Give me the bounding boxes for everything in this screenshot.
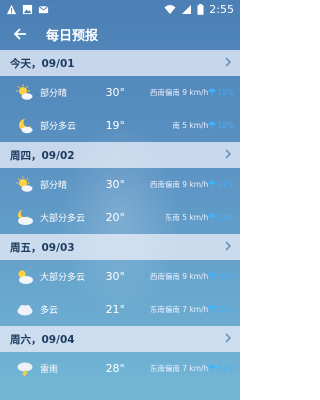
back-button[interactable]	[10, 24, 30, 44]
app-window: 2:55 每日预报 今天，09/01 部分晴 30° 西南偏南 9 km/h 15% 部分…	[0, 0, 240, 400]
precipitation: 13%	[208, 213, 234, 223]
cloudy-icon	[16, 301, 34, 319]
wind-info: 西南偏南 9 km/h	[149, 180, 209, 189]
day-label: 周四，09/02	[10, 149, 75, 162]
day-header[interactable]: 周五，09/03	[0, 234, 240, 260]
temperature: 20°	[105, 211, 126, 224]
precipitation-value: 15%	[217, 88, 234, 97]
chevron-right-icon	[224, 57, 232, 70]
day-header[interactable]: 周四，09/02	[0, 142, 240, 168]
condition-text: 部分晴	[40, 89, 68, 99]
battery-icon	[197, 3, 204, 15]
forecast-row: 大部分多云 30° 西南偏南 9 km/h 14%	[0, 260, 240, 293]
condition-text: 部分多云	[40, 122, 77, 132]
day-label: 周五，09/03	[10, 241, 75, 254]
status-time: 2:55	[209, 2, 234, 16]
day-header[interactable]: 周六，09/04	[0, 326, 240, 352]
precipitation: 52%	[208, 364, 234, 374]
temperature: 19°	[105, 119, 126, 132]
forecast-row: 雷雨 28° 东南偏南 7 km/h 52%	[0, 352, 240, 385]
night-mostly-cloudy-icon	[16, 209, 34, 227]
precipitation-value: 25%	[217, 305, 234, 314]
chevron-right-icon	[224, 241, 232, 254]
precipitation: 11%	[208, 180, 234, 190]
forecast-row: 多云 21° 东南偏南 7 km/h 25%	[0, 293, 240, 326]
forecast-row: 大部分多云 20° 东南 5 km/h 13%	[0, 201, 240, 234]
precipitation-value: 10%	[217, 121, 234, 130]
temperature: 28°	[105, 362, 126, 375]
wind-info: 东南偏南 7 km/h	[149, 364, 209, 373]
mostly-cloudy-icon	[16, 268, 34, 286]
condition-text: 雷雨	[40, 365, 59, 375]
forecast-list: 今天，09/01 部分晴 30° 西南偏南 9 km/h 15% 部分多云 19° 南 5 k…	[0, 50, 240, 385]
partly-sunny-icon	[16, 84, 34, 102]
umbrella-icon	[208, 88, 216, 98]
forecast-row: 部分晴 30° 西南偏南 9 km/h 11%	[0, 168, 240, 201]
umbrella-icon	[208, 272, 216, 282]
precipitation-value: 14%	[217, 272, 234, 281]
wind-info: 西南偏南 9 km/h	[149, 88, 209, 97]
wind-info: 南 5 km/h	[172, 121, 209, 130]
precipitation: 15%	[208, 88, 234, 98]
temperature: 30°	[105, 86, 126, 99]
temperature: 21°	[105, 303, 126, 316]
condition-text: 部分晴	[40, 181, 68, 191]
wind-info: 西南偏南 9 km/h	[149, 272, 209, 281]
status-bar: 2:55	[0, 0, 240, 18]
temperature: 30°	[105, 270, 126, 283]
wind-info: 东南 5 km/h	[164, 213, 209, 222]
precipitation: 10%	[208, 121, 234, 131]
mail-icon	[38, 5, 49, 13]
partly-sunny-icon	[16, 176, 34, 194]
umbrella-icon	[208, 213, 216, 223]
precipitation-value: 11%	[217, 180, 234, 189]
night-partly-cloudy-icon	[16, 117, 34, 135]
temperature: 30°	[105, 178, 126, 191]
day-label: 今天，09/01	[10, 57, 75, 70]
precipitation: 25%	[208, 305, 234, 315]
forecast-row: 部分多云 19° 南 5 km/h 10%	[0, 109, 240, 142]
precipitation-value: 52%	[217, 364, 234, 373]
signal-icon	[182, 4, 192, 14]
wifi-icon	[164, 4, 176, 14]
condition-text: 大部分多云	[40, 214, 86, 224]
page-title: 每日预报	[46, 28, 99, 44]
image-icon	[22, 4, 33, 14]
day-label: 周六，09/04	[10, 333, 75, 346]
alert-icon	[6, 4, 17, 14]
thunderstorm-icon	[16, 360, 34, 378]
condition-text: 大部分多云	[40, 273, 86, 283]
precipitation: 14%	[208, 272, 234, 282]
condition-text: 多云	[40, 306, 59, 316]
precipitation-value: 13%	[217, 213, 234, 222]
umbrella-icon	[208, 121, 216, 131]
chevron-right-icon	[224, 149, 232, 162]
wind-info: 东南偏南 7 km/h	[149, 305, 209, 314]
umbrella-icon	[208, 364, 216, 374]
forecast-row: 部分晴 30° 西南偏南 9 km/h 15%	[0, 76, 240, 109]
arrow-left-icon	[13, 28, 26, 40]
toolbar: 每日预报	[0, 18, 240, 50]
umbrella-icon	[208, 305, 216, 315]
umbrella-icon	[208, 180, 216, 190]
chevron-right-icon	[224, 333, 232, 346]
day-header[interactable]: 今天，09/01	[0, 50, 240, 76]
